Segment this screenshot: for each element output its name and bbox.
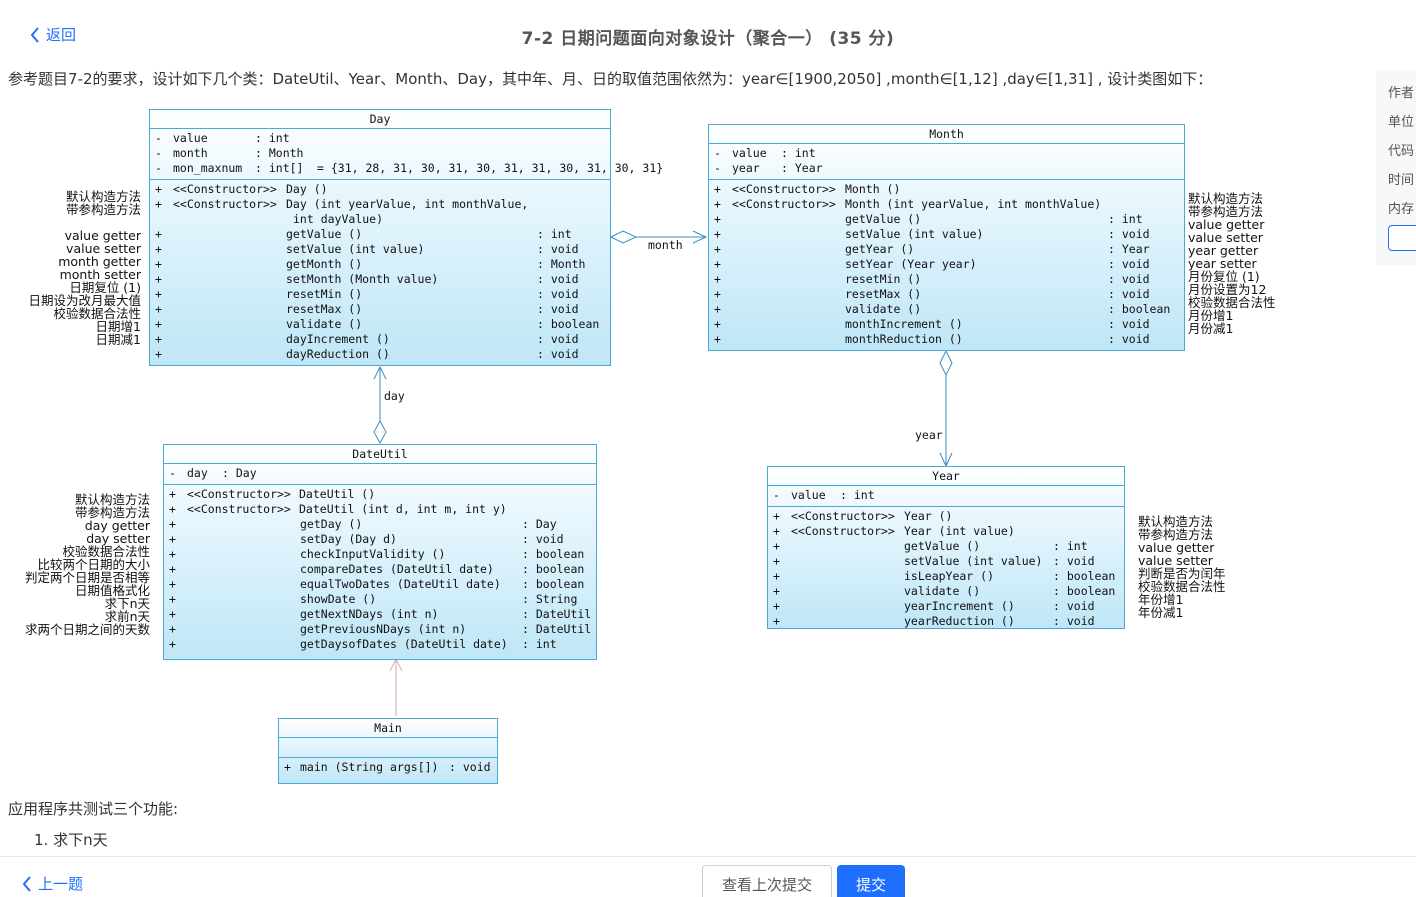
class-name: Month xyxy=(709,125,1184,144)
operations-section: + <<Constructor>> Year () + <<Constructor>>… xyxy=(768,507,1124,632)
dateutil-class-notes: 默认构造方法 带参构造方法 day getter day setter 校验数据… xyxy=(24,492,150,637)
method-row: + getYear (): Year xyxy=(714,242,1150,256)
operations-section: + <<Constructor>> DateUtil () + <<Construct… xyxy=(164,485,596,655)
method-row: + setYear (Year year): void xyxy=(714,257,1150,271)
operations-section: + <<Constructor>> Month () + <<Constructor>… xyxy=(709,180,1184,350)
method-row: + resetMin (): void xyxy=(714,272,1150,286)
attribute-row: - month: Month xyxy=(155,146,304,160)
method-row: + main (String args[]): void xyxy=(284,760,491,774)
method-row: + validate (): boolean xyxy=(714,302,1171,316)
operations-section: + <<Constructor>> Day () + <<Constructor>> D… xyxy=(150,180,610,365)
class-name: Year xyxy=(768,467,1124,486)
page-title: 7-2 日期问题面向对象设计（聚合一） (35 分) xyxy=(521,29,895,49)
side-label-memory: 内存 xyxy=(1388,202,1415,217)
attribute-row: - day: Day xyxy=(169,466,257,480)
attribute-row: - value: int xyxy=(773,488,875,502)
attributes-section xyxy=(279,738,497,758)
method-row: + yearReduction (): void xyxy=(773,614,1095,628)
year-class-notes: 默认构造方法 带参构造方法 value getter value setter … xyxy=(1138,514,1226,620)
method-row: + compareDates (DateUtil date): boolean xyxy=(169,562,585,576)
method-row: + setValue (int value): void xyxy=(714,227,1150,241)
side-label-time: 时间 xyxy=(1388,173,1415,188)
prev-question-label: 上一题 xyxy=(38,875,84,893)
connector-label-day: day xyxy=(384,389,405,403)
uml-class-day: Day - value: int - month: Month - mon_maxnu… xyxy=(149,109,664,366)
method-row: + setDay (Day d): void xyxy=(169,532,564,546)
method-row: + getDaysofDates (DateUtil date): int xyxy=(169,637,557,651)
side-label-code: 代码 xyxy=(1388,144,1415,159)
constructor-row: + <<Constructor>> Month (int yearValue, in… xyxy=(714,197,1102,211)
connector-label-month: month xyxy=(648,238,683,252)
attribute-row: - value: int xyxy=(714,146,816,160)
problem-intro: 参考题目7-2的要求，设计如下几个类：DateUtil、Year、Month、D… xyxy=(8,70,1213,88)
constructor-row: + <<Constructor>> Month () xyxy=(714,182,901,196)
method-row: + yearIncrement (): void xyxy=(773,599,1095,613)
constructor-row: + <<Constructor>> DateUtil (int d, int m, … xyxy=(169,502,507,516)
functions-heading: 应用程序共测试三个功能: xyxy=(8,800,179,818)
attribute-row: - year: Year xyxy=(714,161,823,175)
method-row: + resetMin (): void xyxy=(155,287,579,301)
constructor-row: + <<Constructor>> Year () xyxy=(773,509,953,523)
method-row: + resetMax (): void xyxy=(155,302,579,316)
method-row: + dayReduction (): void xyxy=(155,347,579,361)
method-row: + setValue (int value): void xyxy=(773,554,1095,568)
side-panel-button[interactable] xyxy=(1388,225,1416,251)
attribute-row: - mon_maxnum: int[] = {31, 28, 31, 30, 31,… xyxy=(155,161,664,175)
footer-bar: 上一题 查看上次提交 提交 xyxy=(0,856,1416,897)
method-row: + resetMax (): void xyxy=(714,287,1150,301)
attributes-section: - day: Day xyxy=(164,464,596,485)
method-row: + getPreviousNDays (int n): DateUtil xyxy=(169,622,592,636)
uml-class-diagram: month day year Day - value: int - month: M… xyxy=(0,95,1300,795)
side-info-panel: 作者 单位 代码 时间 内存 xyxy=(1376,70,1416,265)
method-row: + getValue (): int xyxy=(773,539,1088,553)
constructor-continuation: int dayValue) xyxy=(293,212,384,226)
uml-class-dateutil: DateUtil - day: Day + <<Constructor>> DateU… xyxy=(163,444,597,660)
method-row: + getValue (): int xyxy=(155,227,572,241)
attributes-section: - value: int xyxy=(768,486,1124,507)
method-row: + checkInputValidity (): boolean xyxy=(169,547,585,561)
constructor-row: + <<Constructor>> DateUtil () xyxy=(169,487,376,501)
uml-class-month: Month - value: int - year: Year + <<Constru… xyxy=(708,124,1185,351)
prev-question-link[interactable]: 上一题 xyxy=(22,873,83,894)
view-last-submission-button[interactable]: 查看上次提交 xyxy=(702,865,832,897)
chevron-left-icon xyxy=(22,875,31,892)
method-row: + isLeapYear (): boolean xyxy=(773,569,1116,583)
class-name: Main xyxy=(279,719,497,738)
method-row: + showDate (): String xyxy=(169,592,578,606)
function-item-1: 1. 求下n天 xyxy=(34,831,108,849)
method-row: + equalTwoDates (DateUtil date): boolean xyxy=(169,577,585,591)
method-row: + validate (): boolean xyxy=(155,317,600,331)
method-row: + monthIncrement (): void xyxy=(714,317,1150,331)
method-row: + getMonth (): Month xyxy=(155,257,586,271)
method-row: + getValue (): int xyxy=(714,212,1143,226)
day-class-notes: 默认构造方法 带参构造方法 value getter value setter … xyxy=(28,189,141,347)
method-row: + getNextNDays (int n): DateUtil xyxy=(169,607,592,621)
method-row: + validate (): boolean xyxy=(773,584,1116,598)
constructor-row: + <<Constructor>> Day (int yearValue, int … xyxy=(155,197,529,211)
class-name: Day xyxy=(150,110,610,129)
attributes-section: - value: int - month: Month - mon_maxnum: i… xyxy=(150,129,664,180)
operations-section: + main (String args[]): void xyxy=(279,758,497,778)
side-label-author: 作者 xyxy=(1388,86,1415,101)
side-label-unit: 单位 xyxy=(1388,115,1415,130)
method-row: + getDay (): Day xyxy=(169,517,557,531)
uml-class-year: Year - value: int + <<Constructor>> Year ()… xyxy=(767,466,1125,629)
month-class-notes: 默认构造方法 带参构造方法 value getter value setter … xyxy=(1188,191,1276,336)
method-row: + setValue (int value): void xyxy=(155,242,579,256)
attributes-section: - value: int - year: Year xyxy=(709,144,1184,180)
submit-button[interactable]: 提交 xyxy=(837,865,905,897)
constructor-row: + <<Constructor>> Day () xyxy=(155,182,328,196)
uml-class-main: Main + main (String args[]): void xyxy=(278,718,498,784)
method-row: + monthReduction (): void xyxy=(714,332,1150,346)
method-row: + dayIncrement (): void xyxy=(155,332,579,346)
constructor-row: + <<Constructor>> Year (int value) xyxy=(773,524,1015,538)
class-name: DateUtil xyxy=(164,445,596,464)
method-row: + setMonth (Month value): void xyxy=(155,272,579,286)
attribute-row: - value: int xyxy=(155,131,290,145)
connector-label-year: year xyxy=(915,428,943,442)
